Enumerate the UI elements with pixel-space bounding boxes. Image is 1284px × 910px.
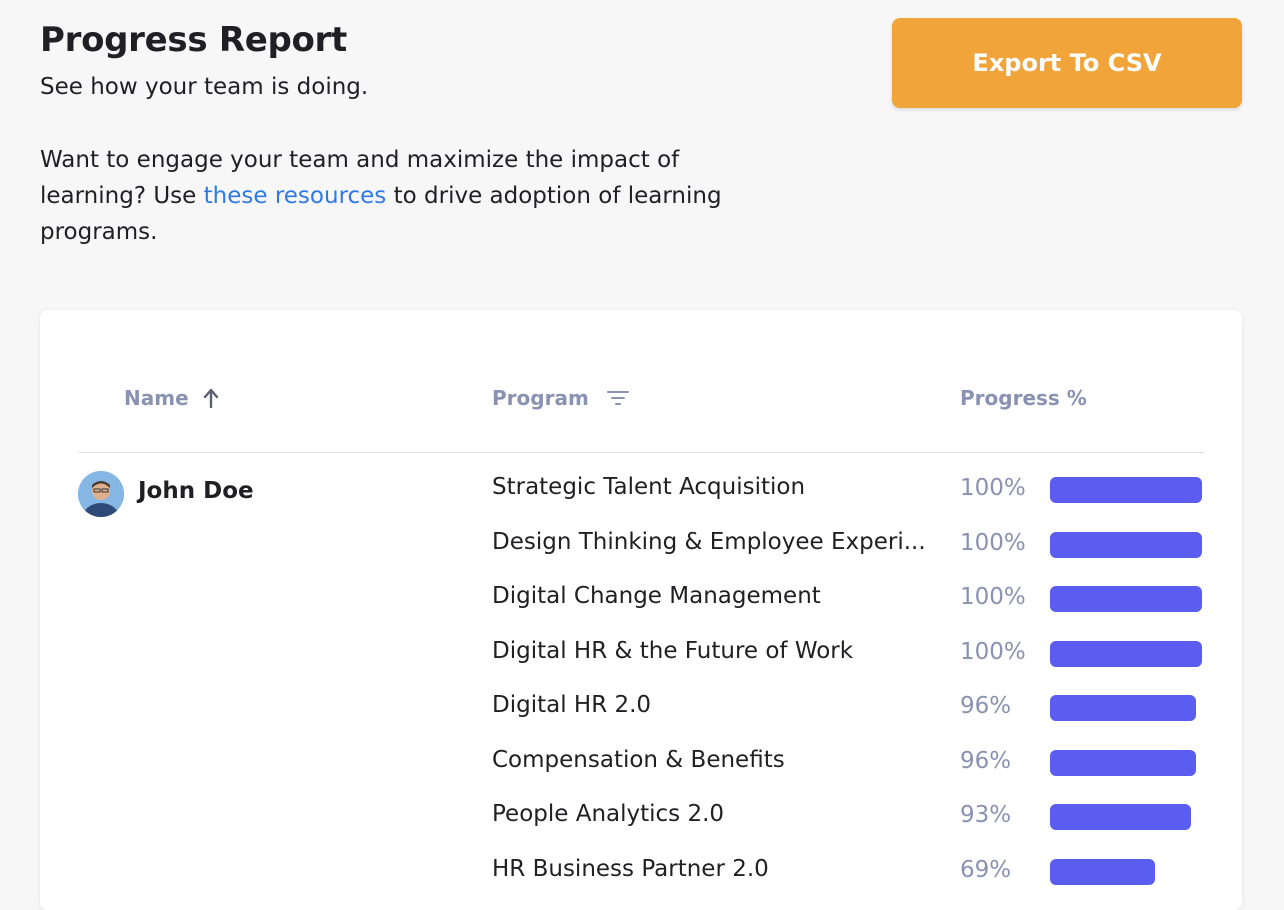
- program-name: Design Thinking & Employee Experi...: [492, 528, 926, 555]
- program-rows: Strategic Talent Acquisition 100% Design T…: [40, 470, 1242, 906]
- progress-percent: 96%: [960, 693, 1012, 719]
- column-header-progress: Progress %: [960, 386, 1087, 410]
- progress-bar-fill: [1050, 858, 1155, 885]
- progress-percent: 100%: [960, 475, 1026, 501]
- progress-bar: [1050, 640, 1202, 667]
- resources-link[interactable]: these resources: [204, 183, 387, 209]
- progress-bar-fill: [1050, 804, 1192, 830]
- progress-bar-fill: [1050, 531, 1202, 558]
- table-row[interactable]: Compensation & Benefits 96%: [40, 743, 1242, 798]
- progress-bar-fill: [1050, 586, 1202, 612]
- progress-bar: [1050, 695, 1202, 721]
- program-name: Strategic Talent Acquisition: [492, 474, 806, 500]
- progress-percent: 100%: [960, 638, 1026, 665]
- table-row[interactable]: Digital HR & the Future of Work 100%: [40, 634, 1242, 689]
- column-header-program-label: Program: [492, 386, 589, 410]
- arrow-up-icon[interactable]: [203, 388, 219, 408]
- progress-percent: 69%: [960, 856, 1012, 883]
- program-name: People Analytics 2.0: [492, 801, 725, 827]
- progress-bar-fill: [1050, 640, 1202, 667]
- progress-table-card: Name Program Progress % John Doe Strateg…: [40, 310, 1242, 910]
- progress-bar: [1050, 749, 1202, 776]
- table-row[interactable]: Strategic Talent Acquisition 100%: [40, 470, 1242, 525]
- progress-bar: [1050, 858, 1202, 885]
- table-row[interactable]: Digital Change Management 100%: [40, 579, 1242, 634]
- page-title: Progress Report: [40, 20, 347, 60]
- progress-bar-fill: [1050, 749, 1196, 776]
- export-csv-button[interactable]: Export To CSV: [892, 18, 1242, 108]
- progress-percent: 93%: [960, 802, 1012, 828]
- program-name: Compensation & Benefits: [492, 746, 785, 773]
- program-name: Digital HR 2.0: [492, 692, 652, 718]
- program-name: Digital HR & the Future of Work: [492, 637, 854, 664]
- progress-bar: [1050, 586, 1202, 612]
- progress-bar: [1050, 804, 1202, 830]
- progress-bar: [1050, 531, 1202, 558]
- progress-bar-fill: [1050, 477, 1202, 503]
- column-header-progress-label: Progress %: [960, 386, 1087, 410]
- column-header-name[interactable]: Name: [124, 386, 219, 410]
- filter-icon[interactable]: [606, 390, 629, 406]
- program-name: HR Business Partner 2.0: [492, 855, 769, 882]
- progress-bar-fill: [1050, 695, 1196, 721]
- table-row[interactable]: People Analytics 2.0 93%: [40, 797, 1242, 852]
- table-row[interactable]: Design Thinking & Employee Experi... 100%: [40, 525, 1242, 580]
- program-name: Digital Change Management: [492, 583, 821, 609]
- column-header-program[interactable]: Program: [492, 386, 629, 410]
- progress-bar: [1050, 477, 1202, 503]
- progress-percent: 96%: [960, 747, 1012, 774]
- page-subtitle: See how your team is doing.: [40, 74, 369, 100]
- table-divider: [78, 452, 1204, 453]
- table-row[interactable]: HR Business Partner 2.0 69%: [40, 852, 1242, 907]
- table-row[interactable]: Digital HR 2.0 96%: [40, 688, 1242, 743]
- progress-percent: 100%: [960, 584, 1026, 610]
- progress-percent: 100%: [960, 529, 1026, 556]
- intro-text: Want to engage your team and maximize th…: [40, 142, 770, 250]
- column-header-name-label: Name: [124, 386, 189, 410]
